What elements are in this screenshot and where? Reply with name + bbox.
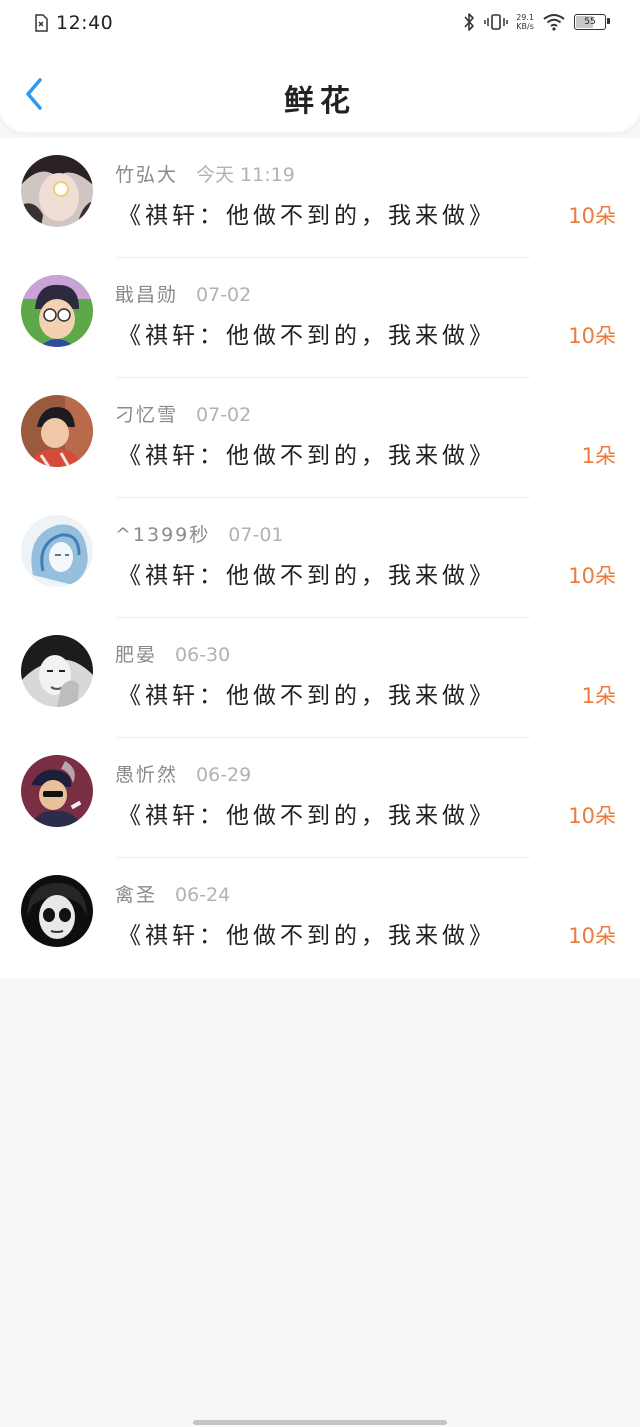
work-title[interactable]: 《祺轩：他做不到的，我来做》 <box>118 556 496 590</box>
avatar[interactable] <box>21 395 93 467</box>
avatar-image <box>21 635 93 707</box>
avatar-image <box>21 875 93 947</box>
page-title: 鲜花 <box>284 84 356 119</box>
sim-card-icon <box>35 14 48 32</box>
status-left: 12:40 <box>34 12 113 34</box>
sender-name[interactable]: ^1399秒 <box>115 524 210 546</box>
send-date: 06-30 <box>175 644 231 666</box>
bluetooth-icon <box>464 13 474 31</box>
status-right: 29.1 KB/s 55 <box>462 12 610 32</box>
item-meta: ^1399秒 07-01 <box>115 520 284 547</box>
work-title[interactable]: 《祺轩：他做不到的，我来做》 <box>118 196 496 230</box>
work-title[interactable]: 《祺轩：他做不到的，我来做》 <box>118 796 496 830</box>
item-meta: 刁忆雪 07-02 <box>115 400 251 427</box>
avatar-image <box>21 755 93 827</box>
vibrate-icon <box>484 14 508 30</box>
list-item[interactable]: 竹弘大 今天 11:19 《祺轩：他做不到的，我来做》 10朵 <box>0 138 640 258</box>
list-item[interactable]: 愚忻然 06-29 《祺轩：他做不到的，我来做》 10朵 <box>0 738 640 858</box>
flower-count: 1朵 <box>581 684 616 708</box>
send-date: 07-01 <box>228 524 284 546</box>
item-meta: 戢昌勋 07-02 <box>115 280 251 307</box>
sender-name[interactable]: 戢昌勋 <box>115 284 178 306</box>
send-date: 今天 11:19 <box>196 164 295 186</box>
flower-count: 10朵 <box>568 204 616 228</box>
item-meta: 禽圣 06-24 <box>115 880 230 907</box>
send-date: 07-02 <box>196 404 252 426</box>
screen: 12:40 29.1 KB/s 55 鲜花 竹弘大 今天 11:19 《祺轩：他… <box>0 0 640 1427</box>
list-item[interactable]: 肥晏 06-30 《祺轩：他做不到的，我来做》 1朵 <box>0 618 640 738</box>
sender-name[interactable]: 禽圣 <box>115 884 157 906</box>
sender-name[interactable]: 肥晏 <box>115 644 157 666</box>
work-title[interactable]: 《祺轩：他做不到的，我来做》 <box>118 316 496 350</box>
send-date: 07-02 <box>196 284 252 306</box>
speed-unit: KB/s <box>516 22 534 31</box>
list-item[interactable]: ^1399秒 07-01 《祺轩：他做不到的，我来做》 10朵 <box>0 498 640 618</box>
avatar-image <box>21 155 93 227</box>
item-meta: 竹弘大 今天 11:19 <box>115 160 295 187</box>
list-item[interactable]: 禽圣 06-24 《祺轩：他做不到的，我来做》 10朵 <box>0 858 640 978</box>
avatar[interactable] <box>21 755 93 827</box>
item-meta: 肥晏 06-30 <box>115 640 230 667</box>
flower-list: 竹弘大 今天 11:19 《祺轩：他做不到的，我来做》 10朵 戢昌勋 07-02 <box>0 138 640 978</box>
sender-name[interactable]: 竹弘大 <box>115 164 178 186</box>
flower-count: 10朵 <box>568 564 616 588</box>
speed-value: 29.1 <box>516 13 534 22</box>
flower-count: 10朵 <box>568 804 616 828</box>
work-title[interactable]: 《祺轩：他做不到的，我来做》 <box>118 916 496 950</box>
battery-level: 55 <box>584 17 596 27</box>
clock: 12:40 <box>56 12 114 34</box>
wifi-icon <box>543 14 565 31</box>
flower-count: 10朵 <box>568 924 616 948</box>
flower-count: 1朵 <box>581 444 616 468</box>
status-bar: 12:40 29.1 KB/s 55 <box>0 0 640 48</box>
avatar[interactable] <box>21 155 93 227</box>
list-item[interactable]: 戢昌勋 07-02 《祺轩：他做不到的，我来做》 10朵 <box>0 258 640 378</box>
avatar-image <box>21 275 93 347</box>
avatar[interactable] <box>21 275 93 347</box>
sender-name[interactable]: 刁忆雪 <box>115 404 178 426</box>
list-item[interactable]: 刁忆雪 07-02 《祺轩：他做不到的，我来做》 1朵 <box>0 378 640 498</box>
send-date: 06-24 <box>175 884 231 906</box>
avatar[interactable] <box>21 635 93 707</box>
sender-name[interactable]: 愚忻然 <box>115 764 178 786</box>
battery-icon: 55 <box>574 14 610 30</box>
avatar-image <box>21 395 93 467</box>
avatar[interactable] <box>21 875 93 947</box>
network-speed: 29.1 KB/s <box>516 13 534 31</box>
work-title[interactable]: 《祺轩：他做不到的，我来做》 <box>118 436 496 470</box>
send-date: 06-29 <box>196 764 252 786</box>
flower-count: 10朵 <box>568 324 616 348</box>
work-title[interactable]: 《祺轩：他做不到的，我来做》 <box>118 676 496 710</box>
avatar[interactable] <box>21 515 93 587</box>
nav-header: 鲜花 <box>0 48 640 132</box>
item-meta: 愚忻然 06-29 <box>115 760 251 787</box>
home-indicator[interactable] <box>193 1420 447 1425</box>
avatar-image <box>21 515 93 587</box>
